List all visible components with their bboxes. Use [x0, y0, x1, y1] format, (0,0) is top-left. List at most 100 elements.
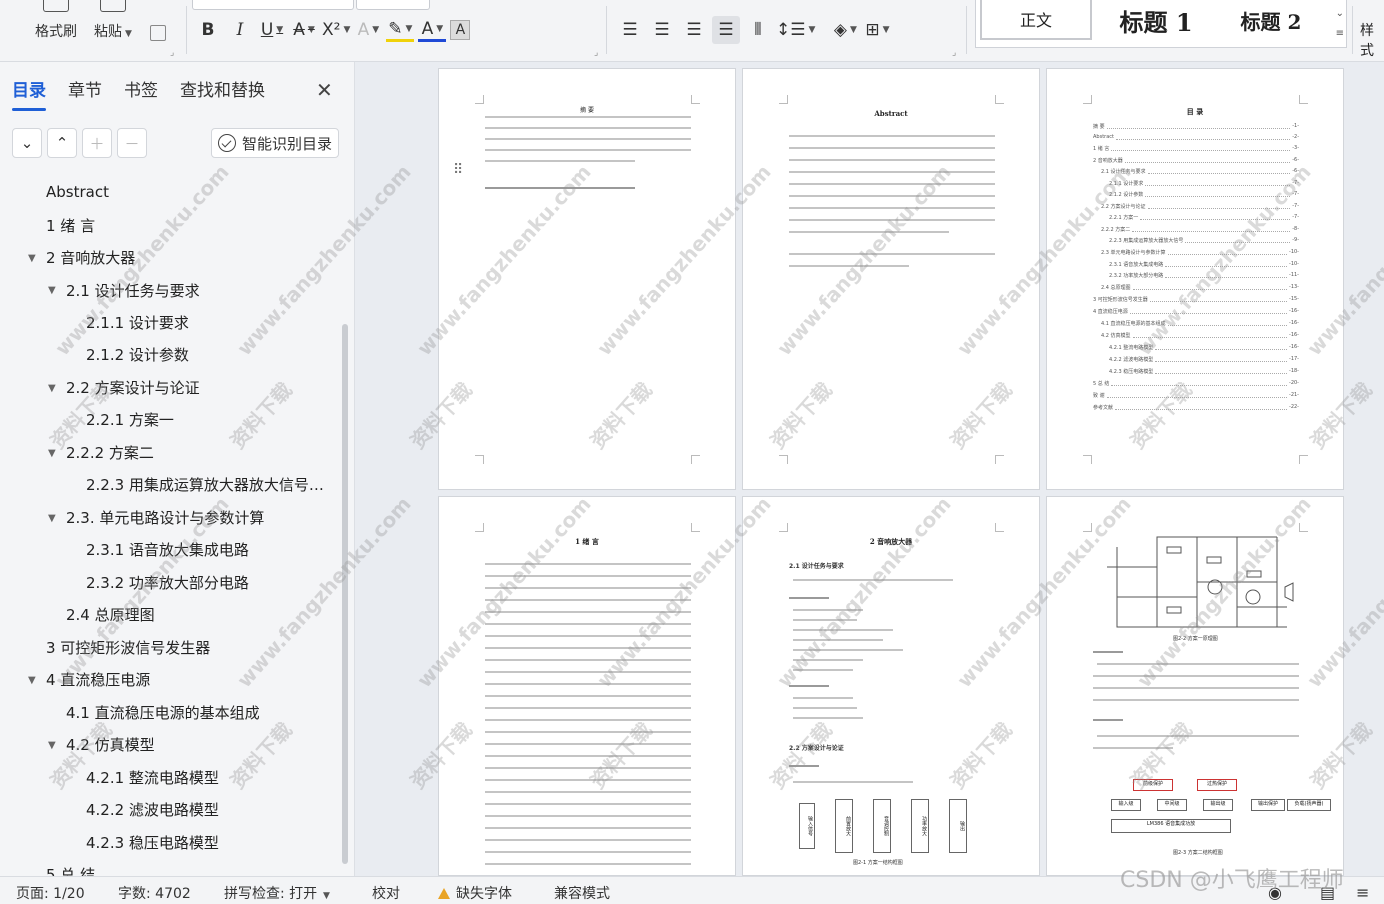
underline-button[interactable]: U ▼	[258, 16, 286, 44]
block-preamp: 前置放大	[835, 799, 853, 853]
toc-item[interactable]: 3 可控矩形波信号发生器	[46, 633, 210, 661]
font-color-button[interactable]: A ▼	[418, 18, 447, 42]
toc-item[interactable]: 4 直流稳压电源	[46, 665, 150, 693]
document-area: 摘 要 ⠿ Abstract 目 录 摘 要 -1- Abstract -2- …	[356, 62, 1384, 876]
align-center-button[interactable]: ☰	[648, 16, 676, 44]
borders-button[interactable]: ⊞ ▼	[863, 16, 891, 44]
text-line	[1093, 699, 1299, 701]
highlight-button[interactable]: ✎ ▼	[386, 18, 415, 42]
align-left-button[interactable]: ☰	[616, 16, 644, 44]
font-name-combo[interactable]	[192, 0, 354, 10]
bold-button[interactable]: B	[194, 16, 222, 44]
outline-view-icon[interactable]: ≡	[1356, 883, 1369, 902]
toc-item[interactable]: 2.4 总原理图	[66, 600, 155, 628]
char-shading-button[interactable]: A	[450, 20, 471, 40]
align-right-button[interactable]: ☰	[680, 16, 708, 44]
text-line	[789, 207, 995, 209]
toc-item[interactable]: 2.2 方案设计与论证	[66, 373, 200, 401]
expand-toggle-icon[interactable]: ▼	[48, 285, 56, 296]
text-line	[1093, 675, 1299, 677]
toc-item[interactable]: 2.1.1 设计要求	[86, 308, 189, 336]
justify-button[interactable]: ☰	[712, 16, 740, 44]
page-indicator[interactable]: 页面: 1/20	[16, 883, 85, 903]
paragraph-row: ☰ ☰ ☰ ☰ ⫴ ↕☰ ▼ ◈ ▼ ⊞ ▼	[616, 16, 895, 44]
font-size-combo[interactable]	[356, 0, 430, 10]
toc-item[interactable]: 4.2.1 整流电路模型	[86, 763, 219, 791]
tab-sections[interactable]: 章节	[68, 76, 102, 106]
shading-button[interactable]: ◈ ▼	[831, 16, 859, 44]
toc-item[interactable]: 2 音响放大器	[46, 243, 135, 271]
toc-item[interactable]: 2.1.2 设计参数	[86, 340, 189, 368]
proofread-button[interactable]: 校对	[372, 883, 400, 903]
format-painter-button[interactable]: 格式刷	[30, 0, 82, 60]
style-heading2[interactable]: 标题 2	[1226, 0, 1316, 40]
chevron-down-icon: ▼	[276, 25, 284, 35]
page-thumbnail[interactable]: Abstract	[742, 68, 1040, 490]
toc-item[interactable]: 2.3.2 功率放大部分电路	[86, 568, 249, 596]
word-count[interactable]: 字数: 4702	[118, 883, 191, 903]
toc-item[interactable]: 4.2 仿真模型	[66, 730, 155, 758]
page-thumbnail[interactable]: 摘 要 ⠿	[438, 68, 736, 490]
spell-check-toggle[interactable]: 拼写检查: 打开 ▼	[224, 883, 330, 903]
toc-item[interactable]: 4.1 直流稳压电源的基本组成	[66, 698, 260, 726]
text-line	[789, 265, 909, 267]
style-normal[interactable]: 正文	[980, 0, 1092, 40]
toc-item[interactable]: 4.2.2 滤波电路模型	[86, 795, 219, 823]
page-thumbnail[interactable]: 2 音响放大器 2.1 设计任务与要求 2.2 方案设计与论证 输入信号 前置放…	[742, 496, 1040, 876]
toc-item[interactable]: 2.3. 单元电路设计与参数计算	[66, 503, 264, 531]
text-line	[789, 597, 829, 599]
page-thumbnail[interactable]: 图2-2 方案一原理图 前级保护 过热保护 输入级 中间级 输出级 输出保护 负…	[1046, 496, 1344, 876]
expand-toggle-icon[interactable]: ▼	[48, 513, 56, 524]
collapse-up-button[interactable]: ⌃	[47, 128, 77, 158]
text-line	[485, 731, 691, 733]
remove-heading-button[interactable]: －	[117, 128, 147, 158]
superscript-button[interactable]: X² ▼	[322, 16, 350, 44]
dialog-launcher-icon[interactable]: ⌟	[594, 48, 598, 58]
tab-bookmarks[interactable]: 书签	[124, 76, 158, 106]
dialog-launcher-icon[interactable]: ⌟	[170, 48, 174, 58]
add-heading-button[interactable]: ＋	[82, 128, 112, 158]
tab-find-replace[interactable]: 查找和替换	[180, 76, 265, 106]
toc-item[interactable]: 1 绪 言	[46, 211, 95, 239]
gallery-down-icon[interactable]: ⌄	[1336, 8, 1344, 19]
copy-button[interactable]	[144, 0, 172, 60]
toc-item[interactable]: 2.3.1 语音放大集成电路	[86, 535, 249, 563]
nav-scrollbar[interactable]	[342, 324, 348, 864]
expand-down-button[interactable]: ⌄	[12, 128, 42, 158]
missing-font-button[interactable]: 缺失字体	[438, 883, 512, 903]
text-line	[1093, 687, 1299, 689]
expand-toggle-icon[interactable]: ▼	[48, 448, 56, 459]
toc-item[interactable]: 5 总 结	[46, 860, 95, 877]
paste-button[interactable]: 粘贴 ▼	[90, 0, 136, 60]
close-icon[interactable]: ✕	[316, 78, 333, 102]
strikethrough-button[interactable]: A ▼	[290, 16, 318, 44]
drag-handle-icon[interactable]: ⠿	[453, 163, 465, 185]
distribute-button[interactable]: ⫴	[744, 16, 772, 44]
toc-item[interactable]: 4.2.3 稳压电路模型	[86, 828, 219, 856]
styles-button[interactable]: 样式	[1360, 20, 1384, 60]
page-thumbnail[interactable]: 1 绪 言	[438, 496, 736, 876]
style-heading1[interactable]: 标题 1	[1106, 0, 1206, 40]
expand-toggle-icon[interactable]: ▼	[48, 383, 56, 394]
toc-item[interactable]: Abstract	[46, 178, 109, 206]
block-power: 功率放大	[911, 799, 929, 853]
page-toc-row: 2 音响放大器 -6-	[1093, 157, 1299, 164]
page-toc-row: 1 绪 言 -3-	[1093, 145, 1299, 152]
gallery-more-icon[interactable]: ≡	[1336, 28, 1344, 39]
italic-button[interactable]: I	[226, 16, 254, 44]
page-thumbnail[interactable]: 目 录 摘 要 -1- Abstract -2- 1 绪 言 -3- 2 音响放大器 -…	[1046, 68, 1344, 490]
toc-item[interactable]: 2.1 设计任务与要求	[66, 276, 200, 304]
expand-toggle-icon[interactable]: ▼	[28, 253, 36, 264]
dialog-launcher-icon[interactable]: ⌟	[952, 48, 956, 58]
text-effect-button[interactable]: A ▼	[354, 16, 382, 44]
toc-item[interactable]: 2.2.3 用集成运算放大器放大信号…	[86, 470, 326, 498]
smart-toc-button[interactable]: 智能识别目录	[211, 128, 339, 158]
navigation-pane: 目录 章节 书签 查找和替换 ✕ ⌄ ⌃ ＋ － 智能识别目录 Abstract…	[0, 62, 355, 876]
line-spacing-button[interactable]: ↕☰ ▼	[776, 16, 815, 44]
page-toc-row: 5 总 结 -20-	[1093, 380, 1299, 387]
tab-toc[interactable]: 目录	[12, 76, 46, 111]
expand-toggle-icon[interactable]: ▼	[48, 740, 56, 751]
toc-item[interactable]: 2.2.1 方案一	[86, 405, 174, 433]
toc-item[interactable]: 2.2.2 方案二	[66, 438, 154, 466]
expand-toggle-icon[interactable]: ▼	[28, 675, 36, 686]
